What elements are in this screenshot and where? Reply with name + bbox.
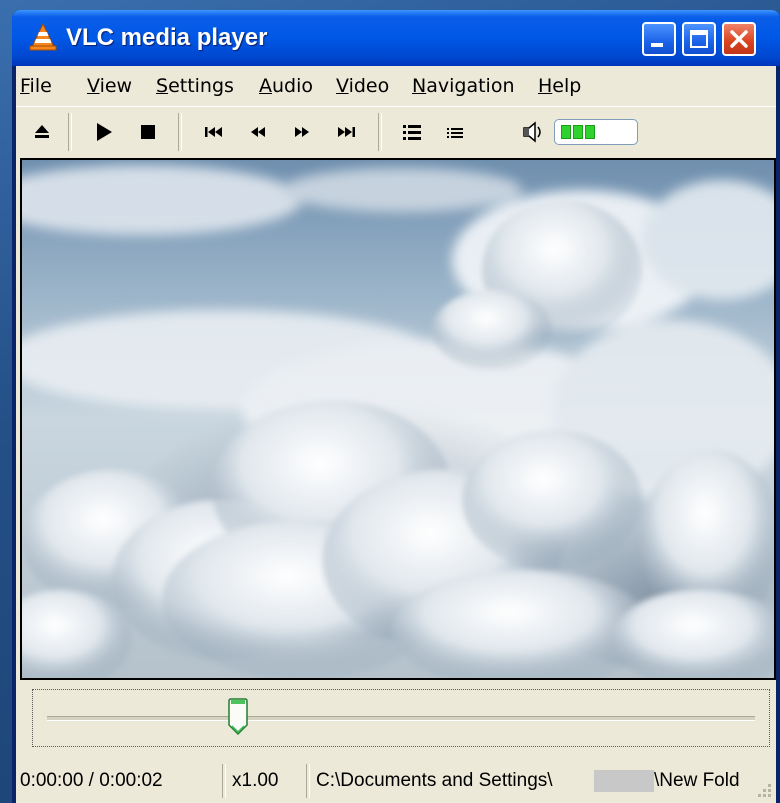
stop-icon[interactable] xyxy=(134,117,162,147)
maximize-icon xyxy=(690,30,708,48)
close-button[interactable] xyxy=(722,22,756,56)
play-icon[interactable] xyxy=(90,117,118,147)
vlc-cone-icon xyxy=(29,22,57,51)
previous-icon[interactable] xyxy=(200,117,228,147)
speaker-icon[interactable] xyxy=(518,117,550,147)
volume-slider[interactable] xyxy=(554,119,638,145)
toolbar xyxy=(16,106,776,159)
seek-bar[interactable] xyxy=(32,689,770,747)
fast-forward-icon[interactable] xyxy=(288,117,316,147)
window-client: File View Settings Audio Video Navigatio… xyxy=(16,66,776,803)
menu-navigation[interactable]: Navigation xyxy=(412,75,514,97)
toolbar-separator xyxy=(378,113,382,151)
status-separator xyxy=(306,764,310,798)
close-icon xyxy=(730,30,748,48)
time-display: 0:00:00 / 0:00:02 xyxy=(20,770,163,791)
minimize-button[interactable] xyxy=(642,22,676,56)
seek-thumb-handle[interactable] xyxy=(227,698,249,736)
menu-bar: File View Settings Audio Video Navigatio… xyxy=(16,66,776,106)
menu-video[interactable]: Video xyxy=(336,75,389,97)
playback-speed[interactable]: x1.00 xyxy=(232,770,278,792)
volume-level-segment xyxy=(573,125,583,139)
status-separator xyxy=(222,764,226,798)
status-bar: 0:00:00 / 0:00:02 x1.00 C:\Documents and… xyxy=(16,758,776,803)
redacted-username xyxy=(594,770,654,792)
maximize-button[interactable] xyxy=(682,22,716,56)
video-output[interactable] xyxy=(20,158,776,680)
menu-help[interactable]: Help xyxy=(538,75,581,97)
minimize-icon xyxy=(651,43,663,47)
window-title: VLC media player xyxy=(66,24,268,51)
file-path-start: C:\Documents and Settings\ xyxy=(316,770,553,791)
video-frame-image xyxy=(22,160,774,678)
eject-icon[interactable] xyxy=(28,117,56,147)
menu-settings[interactable]: Settings xyxy=(156,75,234,97)
volume-level-segment xyxy=(561,125,571,139)
rewind-icon[interactable] xyxy=(244,117,272,147)
menu-file[interactable]: File xyxy=(20,75,52,97)
seek-track[interactable] xyxy=(47,716,755,721)
volume-level-segment xyxy=(585,125,595,139)
next-icon[interactable] xyxy=(332,117,360,147)
resize-grip-icon[interactable] xyxy=(754,780,774,800)
menu-view[interactable]: View xyxy=(87,75,132,97)
menu-audio[interactable]: Audio xyxy=(259,75,313,97)
vlc-window: VLC media player File View Settings Audi… xyxy=(12,10,780,803)
extended-settings-icon[interactable] xyxy=(442,117,470,147)
file-path-end: \New Fold xyxy=(654,770,740,791)
toolbar-separator xyxy=(178,113,182,151)
playlist-icon[interactable] xyxy=(398,117,426,147)
toolbar-separator xyxy=(68,113,72,151)
title-bar[interactable]: VLC media player xyxy=(12,10,780,66)
